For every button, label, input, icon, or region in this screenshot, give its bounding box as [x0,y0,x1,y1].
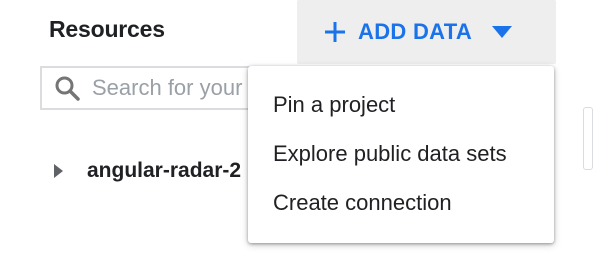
plus-icon [325,22,345,42]
panel-title: Resources [49,16,165,42]
scrollbar-thumb[interactable] [583,107,593,170]
search-icon [55,76,80,101]
tree-item-project[interactable]: angular-radar-2 [50,155,260,187]
add-data-label: ADD DATA [358,19,473,44]
search-field[interactable] [40,66,268,110]
search-input[interactable] [92,75,266,101]
project-name: angular-radar-2 [87,159,242,182]
resources-panel: Resources ADD DATA angular-radar-2 Pin a… [0,0,598,270]
menu-item-create-connection[interactable]: Create connection [248,178,554,227]
triangle-right-icon[interactable] [53,164,65,178]
add-data-button[interactable]: ADD DATA [297,0,556,64]
add-data-menu: Pin a project Explore public data sets C… [248,66,554,243]
caret-down-icon [492,26,513,38]
menu-item-pin-project[interactable]: Pin a project [248,80,554,129]
menu-item-explore-public-data[interactable]: Explore public data sets [248,129,554,178]
